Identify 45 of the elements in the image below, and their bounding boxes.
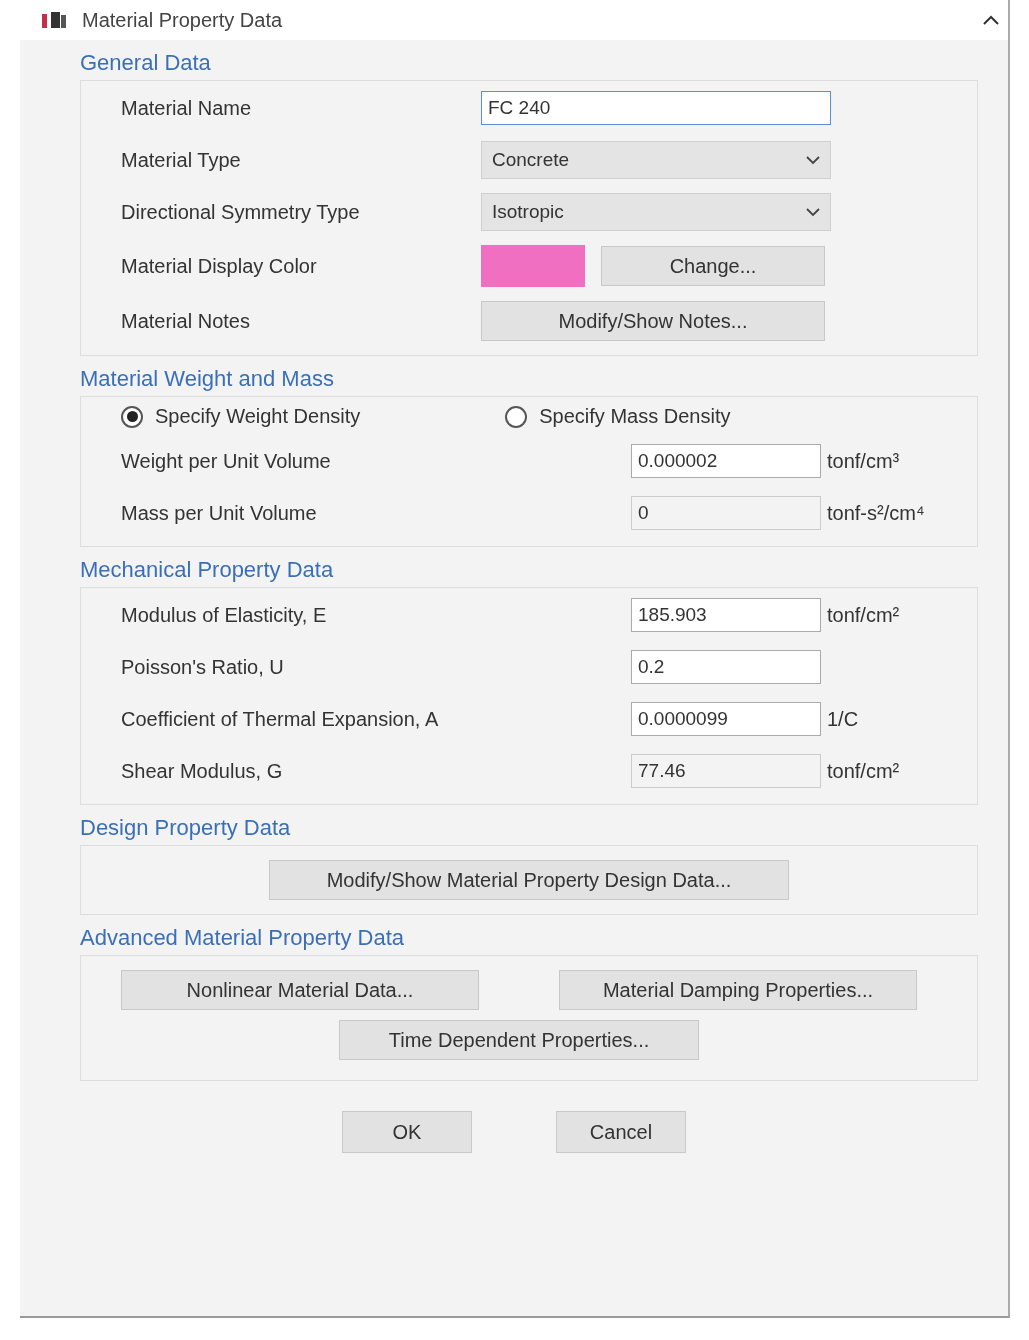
radio-button[interactable]: [121, 405, 143, 428]
chevron-icon: [806, 207, 820, 217]
change-button[interactable]: Change...: [601, 246, 825, 286]
section-title: Design Property Data: [80, 815, 292, 841]
unit-label: tonf-s²/cm⁴: [827, 501, 925, 525]
dialog-button[interactable]: OK: [342, 1111, 472, 1153]
field-label: Directional Symmetry Type: [121, 200, 361, 224]
field-label: Material Notes: [121, 309, 251, 333]
property-button[interactable]: Material Damping Properties...: [559, 970, 917, 1010]
color-swatch[interactable]: [481, 245, 585, 287]
value-field[interactable]: 0.000002: [631, 444, 821, 478]
dropdown[interactable]: Isotropic: [481, 193, 831, 231]
field-label: Material Type: [121, 148, 242, 172]
caret-icon[interactable]: [982, 14, 1000, 26]
window-title: Material Property Data: [82, 8, 283, 32]
unit-label: tonf/cm²: [827, 603, 900, 627]
field-label: Coefficient of Thermal Expansion, A: [121, 707, 440, 731]
section-title: Mechanical Property Data: [80, 557, 335, 583]
radio-option[interactable]: Specify Weight Density: [121, 405, 361, 428]
property-button[interactable]: Time Dependent Properties...: [339, 1020, 699, 1060]
section-title: Advanced Material Property Data: [80, 925, 406, 951]
value-field[interactable]: 0.2: [631, 650, 821, 684]
section-title: General Data: [80, 50, 212, 76]
field-label: Modulus of Elasticity, E: [121, 603, 328, 627]
design-data-button[interactable]: Modify/Show Material Property Design Data...: [269, 860, 789, 900]
field-label: Weight per Unit Volume: [121, 449, 332, 473]
name-field[interactable]: FC 240: [481, 91, 831, 125]
field-label: Material Name: [121, 96, 253, 120]
field-label: Shear Modulus, G: [121, 759, 284, 783]
property-button[interactable]: Nonlinear Material Data...: [121, 970, 479, 1010]
unit-label: tonf/cm²: [827, 759, 900, 783]
radio-option[interactable]: Specify Mass Density: [505, 405, 731, 428]
dropdown[interactable]: Concrete: [481, 141, 831, 179]
unit-label: 1/C: [827, 707, 859, 731]
section-title: Material Weight and Mass: [80, 366, 335, 392]
field-label: Material Display Color: [121, 254, 318, 278]
radio-button[interactable]: [505, 405, 528, 428]
dialog-button[interactable]: Cancel: [556, 1111, 686, 1153]
notes-button[interactable]: Modify/Show Notes...: [481, 301, 825, 341]
field-label: Mass per Unit Volume: [121, 501, 318, 525]
field-label: Poisson's Ratio, U: [121, 655, 285, 679]
value-field[interactable]: 185.903: [631, 598, 821, 632]
value-field[interactable]: 0.0000099: [631, 702, 821, 736]
unit-label: tonf/cm³: [827, 449, 900, 473]
chevron-icon: [806, 155, 820, 165]
